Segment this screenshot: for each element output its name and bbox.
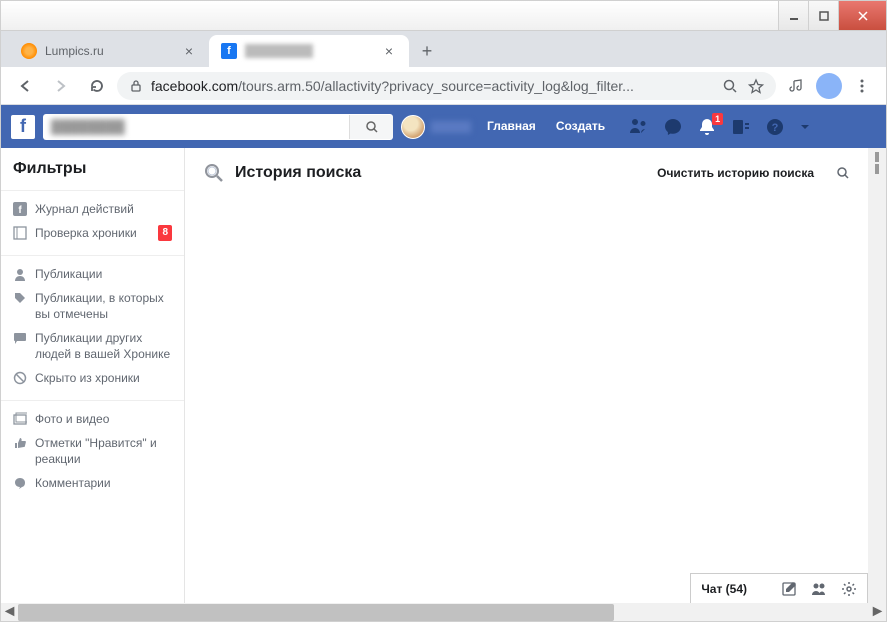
sidebar-item-others-posts[interactable]: Публикации других людей в вашей Хронике [1, 326, 184, 366]
sidebar-item-label: Проверка хроники [35, 225, 137, 241]
forward-button[interactable] [45, 70, 77, 102]
hidden-icon [13, 371, 27, 385]
chat-dock[interactable]: Чат (54) [690, 573, 868, 603]
search-icon[interactable] [836, 166, 850, 180]
like-icon [13, 436, 27, 450]
reload-button[interactable] [81, 70, 113, 102]
dropdown-icon[interactable] [799, 121, 811, 133]
window-minimize-button[interactable] [778, 1, 808, 30]
profile-link[interactable] [401, 115, 471, 139]
scroll-right-icon[interactable]: ► [869, 604, 886, 621]
facebook-search-button[interactable] [349, 115, 393, 139]
sidebar-item-activity-log[interactable]: f Журнал действий [1, 197, 184, 221]
tab-lumpics[interactable]: Lumpics.ru × [9, 35, 209, 67]
tag-icon [13, 291, 27, 305]
tab-facebook[interactable]: f ████████ × [209, 35, 409, 67]
avatar [401, 115, 425, 139]
right-sidebar-collapsed[interactable] [868, 148, 886, 603]
window-close-button[interactable] [838, 1, 886, 30]
sidebar-item-hidden[interactable]: Скрыто из хроники [1, 366, 184, 390]
address-bar: facebook.com/tours.arm.50/allactivity?pr… [1, 67, 886, 105]
facebook-header: f ████████ Главная Создать 1 ? [1, 105, 886, 148]
sidebar-item-label: Комментарии [35, 475, 111, 491]
sidebar-item-timeline-review[interactable]: Проверка хроники 8 [1, 221, 184, 245]
window-maximize-button[interactable] [808, 1, 838, 30]
search-value-blurred: ████████ [51, 119, 349, 134]
filters-sidebar: Фильтры f Журнал действий Проверка хрони… [1, 148, 184, 603]
sidebar-item-label: Публикации [35, 266, 102, 282]
facebook-search-input[interactable]: ████████ [43, 114, 393, 140]
facebook-favicon: f [221, 43, 237, 59]
speech-icon [13, 476, 27, 490]
scroll-thumb[interactable] [18, 604, 614, 621]
search-icon [365, 120, 379, 134]
lumpics-favicon [21, 43, 37, 59]
friends-icon[interactable] [629, 117, 649, 137]
compose-icon[interactable] [781, 581, 797, 597]
chat-label: Чат (54) [701, 582, 747, 596]
new-tab-button[interactable]: + [413, 37, 441, 65]
sidebar-item-photos-videos[interactable]: Фото и видео [1, 407, 184, 431]
chrome-profile-avatar[interactable] [816, 73, 842, 99]
main-header: История поиска Очистить историю поиска [203, 162, 850, 184]
svg-text:?: ? [772, 122, 779, 134]
horizontal-scrollbar[interactable]: ◄ ► [1, 603, 886, 621]
window-titlebar [1, 1, 886, 31]
tab-close-icon[interactable]: × [181, 43, 197, 59]
tab-title: Lumpics.ru [45, 44, 173, 58]
person-icon [13, 267, 27, 281]
photo-icon [13, 412, 27, 426]
fb-square-icon: f [13, 202, 27, 216]
chrome-menu-button[interactable] [846, 70, 878, 102]
tab-close-icon[interactable]: × [381, 43, 397, 59]
kebab-icon [854, 78, 870, 94]
arrow-right-icon [52, 77, 70, 95]
sidebar-item-likes[interactable]: Отметки "Нравится" и реакции [1, 431, 184, 471]
scroll-track[interactable] [18, 604, 869, 621]
sidebar-item-label: Скрыто из хроники [35, 370, 140, 386]
magnifier-icon [203, 162, 225, 184]
tab-title: ████████ [245, 44, 373, 58]
music-extension-icon[interactable] [780, 70, 812, 102]
scroll-left-icon[interactable]: ◄ [1, 604, 18, 621]
url-text: facebook.com/tours.arm.50/allactivity?pr… [151, 78, 634, 94]
page-title: История поиска [235, 164, 647, 182]
people-icon[interactable] [811, 581, 827, 597]
app-window: Lumpics.ru × f ████████ × + facebook.com… [0, 0, 887, 622]
search-icon[interactable] [722, 78, 738, 94]
nav-home-link[interactable]: Главная [479, 105, 544, 148]
sidebar-item-label: Фото и видео [35, 411, 109, 427]
sidebar-item-label: Публикации других людей в вашей Хронике [35, 330, 172, 362]
notification-badge: 1 [712, 113, 723, 125]
reload-icon [88, 77, 106, 95]
sidebar-item-tagged-posts[interactable]: Публикации, в которых вы отмечены [1, 286, 184, 326]
sidebar-item-posts[interactable]: Публикации [1, 262, 184, 286]
quick-help-icon[interactable] [731, 117, 751, 137]
sidebar-badge: 8 [158, 225, 172, 241]
notifications-icon[interactable]: 1 [697, 117, 717, 137]
arrow-left-icon [16, 77, 34, 95]
messenger-icon[interactable] [663, 117, 683, 137]
sidebar-title: Фильтры [1, 160, 184, 186]
main-panel: История поиска Очистить историю поиска [184, 148, 868, 603]
url-input[interactable]: facebook.com/tours.arm.50/allactivity?pr… [117, 72, 776, 100]
content-area: Фильтры f Журнал действий Проверка хрони… [1, 148, 868, 603]
sidebar-item-label: Журнал действий [35, 201, 134, 217]
gear-icon[interactable] [841, 581, 857, 597]
timeline-icon [13, 226, 27, 240]
facebook-logo[interactable]: f [11, 115, 35, 139]
nav-create-link[interactable]: Создать [548, 105, 613, 148]
lock-icon [129, 79, 143, 93]
back-button[interactable] [9, 70, 41, 102]
comment-icon [13, 331, 27, 345]
sidebar-item-comments[interactable]: Комментарии [1, 471, 184, 495]
help-icon[interactable]: ? [765, 117, 785, 137]
clear-search-history-link[interactable]: Очистить историю поиска [657, 166, 814, 180]
star-icon[interactable] [748, 78, 764, 94]
profile-name-blurred [431, 121, 471, 133]
sidebar-item-label: Публикации, в которых вы отмечены [35, 290, 172, 322]
sidebar-item-label: Отметки "Нравится" и реакции [35, 435, 172, 467]
tab-strip: Lumpics.ru × f ████████ × + [1, 31, 886, 67]
